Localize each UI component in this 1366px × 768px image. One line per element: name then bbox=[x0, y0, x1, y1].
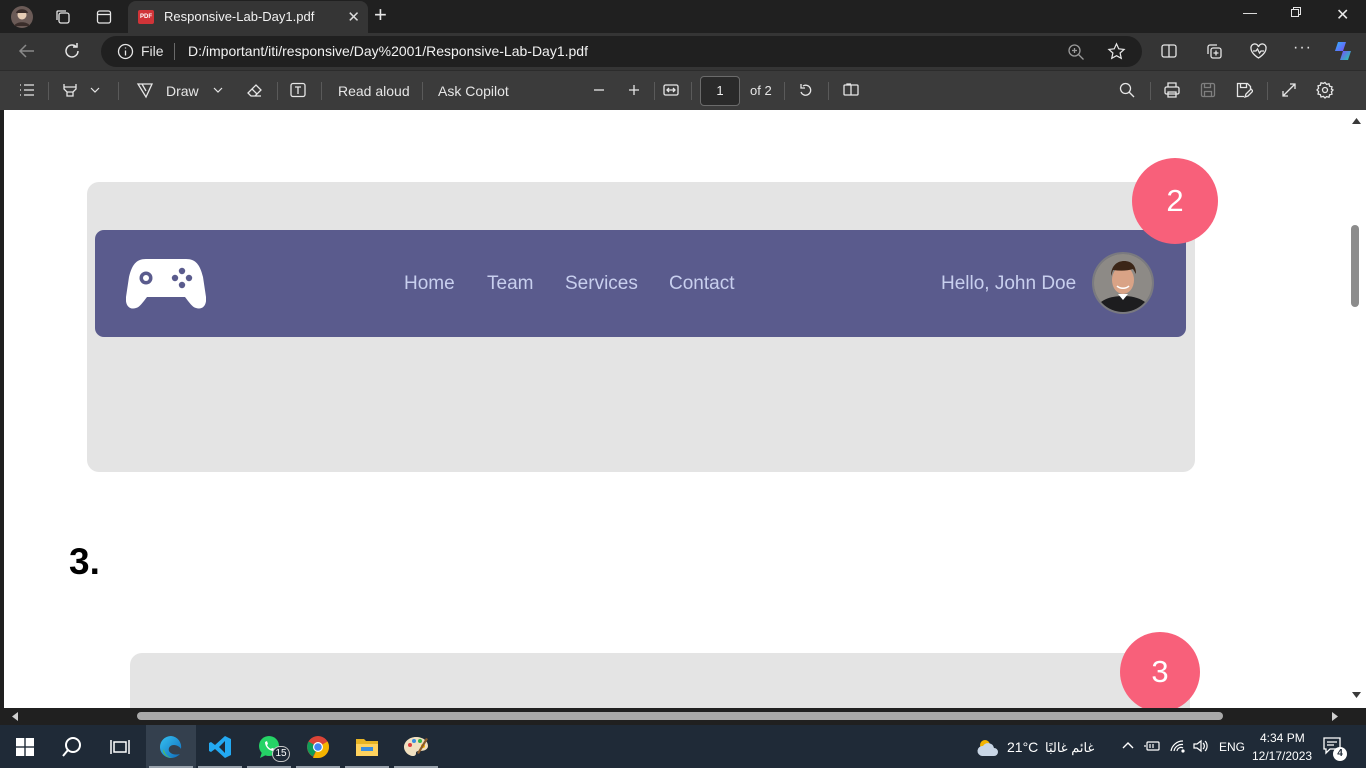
favorite-star-icon[interactable] bbox=[1107, 42, 1126, 61]
address-bar: File D:/important/iti/responsive/Day%200… bbox=[0, 33, 1366, 70]
back-arrow-icon[interactable] bbox=[17, 41, 37, 61]
minimize-button[interactable]: — bbox=[1243, 4, 1257, 20]
user-avatar bbox=[1092, 252, 1154, 314]
save-icon[interactable] bbox=[1199, 81, 1217, 99]
zoom-out-icon[interactable] bbox=[591, 81, 607, 99]
print-icon[interactable] bbox=[1163, 81, 1181, 99]
user-greeting: Hello, John Doe bbox=[941, 273, 1077, 294]
read-aloud-button[interactable]: Read aloud bbox=[338, 81, 410, 101]
weather-cloud-icon[interactable] bbox=[975, 736, 1001, 758]
zoom-in-icon[interactable] bbox=[626, 81, 642, 99]
nav-link-services[interactable]: Services bbox=[565, 273, 638, 295]
taskbar-edge[interactable] bbox=[146, 725, 196, 768]
notification-count-badge: 4 bbox=[1333, 747, 1347, 761]
taskbar-paint[interactable] bbox=[391, 725, 441, 768]
pdf-toolbar: Draw Read aloud Ask Copilot 1 of 2 bbox=[0, 70, 1366, 110]
close-tab-icon[interactable]: ✕ bbox=[347, 8, 360, 26]
address-divider bbox=[174, 43, 175, 60]
highlight-dropdown-icon[interactable] bbox=[89, 81, 101, 99]
input-language[interactable]: ENG bbox=[1219, 740, 1245, 754]
nav-link-home[interactable]: Home bbox=[404, 273, 455, 295]
clock-date[interactable]: 12/17/2023 bbox=[1252, 749, 1312, 763]
horizontal-scroll-thumb[interactable] bbox=[137, 712, 1223, 720]
fit-width-icon[interactable] bbox=[662, 81, 680, 99]
more-options-icon[interactable]: ··· bbox=[1293, 39, 1312, 57]
vertical-scrollbar[interactable] bbox=[1347, 110, 1366, 708]
eraser-icon[interactable] bbox=[245, 81, 263, 99]
vertical-scroll-thumb[interactable] bbox=[1351, 225, 1359, 307]
title-bar: PDF Responsive-Lab-Day1.pdf ✕ + — ✕ bbox=[0, 0, 1366, 33]
pdf-file-icon: PDF bbox=[138, 10, 154, 24]
page-view-icon[interactable] bbox=[842, 81, 860, 99]
gamepad-logo-icon bbox=[126, 254, 206, 312]
section-heading: 3. bbox=[69, 541, 100, 582]
fullscreen-icon[interactable] bbox=[1280, 81, 1298, 99]
taskbar-chrome[interactable] bbox=[293, 725, 343, 768]
viewer-left-edge bbox=[0, 110, 4, 708]
rotate-icon[interactable] bbox=[797, 81, 815, 99]
tab-actions-icon[interactable] bbox=[91, 4, 117, 30]
sample-navbar: Home Team Services Contact Hello, John D… bbox=[95, 230, 1186, 337]
tab-title: Responsive-Lab-Day1.pdf bbox=[164, 9, 315, 24]
search-taskbar-icon[interactable] bbox=[47, 725, 97, 768]
whatsapp-unread-badge: 15 bbox=[272, 746, 290, 762]
nav-link-team[interactable]: Team bbox=[487, 273, 533, 295]
start-button[interactable] bbox=[0, 725, 50, 768]
close-window-button[interactable]: ✕ bbox=[1336, 5, 1349, 25]
draw-button[interactable]: Draw bbox=[166, 81, 199, 101]
ask-copilot-button[interactable]: Ask Copilot bbox=[438, 81, 509, 101]
contents-list-icon[interactable] bbox=[18, 81, 36, 99]
zoom-icon[interactable] bbox=[1067, 43, 1085, 61]
copilot-icon[interactable] bbox=[1331, 39, 1355, 63]
pdf-page: Home Team Services Contact Hello, John D… bbox=[0, 110, 1366, 708]
profile-avatar[interactable] bbox=[9, 4, 35, 30]
draw-dropdown-icon[interactable] bbox=[212, 81, 224, 99]
browser-tab[interactable]: PDF Responsive-Lab-Day1.pdf ✕ bbox=[128, 1, 368, 33]
draw-icon[interactable] bbox=[136, 81, 154, 99]
text-box-icon[interactable] bbox=[289, 81, 307, 99]
settings-gear-icon[interactable] bbox=[1316, 81, 1334, 99]
show-hidden-icons-chevron-icon[interactable] bbox=[1122, 740, 1134, 750]
volume-icon[interactable] bbox=[1192, 739, 1210, 753]
page-total-label: of 2 bbox=[750, 83, 772, 98]
weather-temperature[interactable]: 21°C bbox=[1007, 739, 1038, 755]
page-number-input[interactable]: 1 bbox=[700, 76, 740, 106]
new-tab-button[interactable]: + bbox=[374, 4, 387, 26]
weather-condition[interactable]: غائم غالبًا bbox=[1045, 740, 1094, 756]
taskbar-vscode[interactable] bbox=[195, 725, 245, 768]
url-text[interactable]: D:/important/iti/responsive/Day%2001/Res… bbox=[188, 43, 588, 59]
battery-icon[interactable] bbox=[1144, 739, 1162, 753]
exercise-card-3 bbox=[130, 653, 1190, 708]
step-badge-2: 2 bbox=[1132, 158, 1218, 244]
nav-link-contact[interactable]: Contact bbox=[669, 273, 734, 295]
windows-taskbar: 15 21°C غائم غالبًا ENG 4:34 PM 12/17/20… bbox=[0, 725, 1366, 768]
taskbar-file-explorer[interactable] bbox=[342, 725, 392, 768]
address-input[interactable]: File D:/important/iti/responsive/Day%200… bbox=[101, 36, 1142, 67]
taskbar-whatsapp[interactable]: 15 bbox=[244, 725, 294, 768]
restore-button[interactable] bbox=[1290, 6, 1302, 18]
clock-time[interactable]: 4:34 PM bbox=[1260, 731, 1305, 745]
workspaces-icon[interactable] bbox=[50, 4, 76, 30]
split-screen-icon[interactable] bbox=[1160, 42, 1178, 60]
scheme-label: File bbox=[141, 43, 164, 59]
site-info-icon[interactable] bbox=[117, 43, 134, 60]
refresh-icon[interactable] bbox=[62, 41, 82, 61]
wifi-icon[interactable] bbox=[1169, 739, 1187, 753]
task-view-icon[interactable] bbox=[95, 725, 145, 768]
highlight-icon[interactable] bbox=[61, 81, 79, 99]
search-icon[interactable] bbox=[1118, 81, 1136, 99]
step-badge-3: 3 bbox=[1120, 632, 1200, 708]
browser-essentials-icon[interactable] bbox=[1249, 42, 1268, 61]
collections-icon[interactable] bbox=[1205, 42, 1224, 61]
save-as-icon[interactable] bbox=[1235, 81, 1253, 99]
